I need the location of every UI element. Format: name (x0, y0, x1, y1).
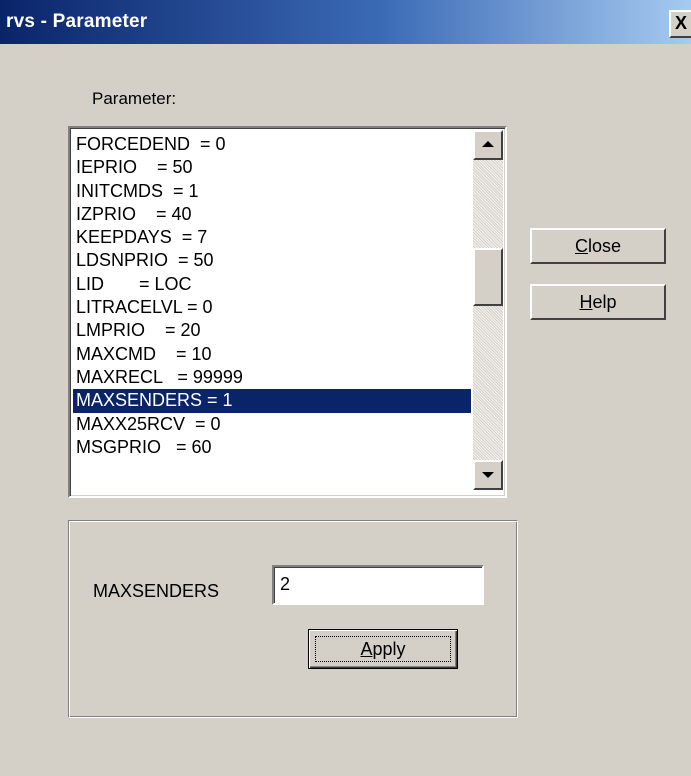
list-item[interactable]: INITCMDS = 1 (73, 180, 471, 203)
parameter-name-label: MAXSENDERS (93, 581, 220, 601)
help-mnemonic: H (579, 292, 593, 312)
parameter-list-items: FORCEDEND = 0 IEPRIO = 50 INITCMDS = 1 IZPR… (73, 133, 471, 459)
list-item[interactable]: FORCEDEND = 0 (73, 133, 471, 156)
list-item[interactable]: MAXRECL = 99999 (73, 366, 471, 389)
apply-mnemonic: A (360, 639, 373, 659)
parameter-label: Parameter: (92, 89, 177, 108)
close-label: lose (587, 236, 622, 256)
close-window-icon[interactable]: X (669, 10, 691, 38)
parameter-dialog: rvs - Parameter X Parameter: FORCEDEND =… (0, 0, 691, 776)
window-title: rvs - Parameter (6, 11, 148, 32)
close-button[interactable]: Close (530, 228, 666, 264)
list-item[interactable]: KEEPDAYS = 7 (73, 226, 471, 249)
list-scrollbar[interactable] (473, 130, 503, 490)
scroll-down-button[interactable] (473, 460, 503, 490)
apply-button[interactable]: Apply (308, 629, 458, 669)
list-item[interactable]: IZPRIO = 40 (73, 203, 471, 226)
list-item[interactable]: LMPRIO = 20 (73, 319, 471, 342)
scroll-thumb[interactable] (473, 248, 503, 306)
help-button[interactable]: Help (530, 284, 666, 320)
list-item[interactable]: LITRACELVL = 0 (73, 296, 471, 319)
apply-label: pply (372, 639, 406, 659)
parameter-listbox[interactable]: FORCEDEND = 0 IEPRIO = 50 INITCMDS = 1 IZPR… (68, 126, 507, 498)
help-label: elp (592, 292, 617, 312)
arrow-up-icon (482, 141, 494, 147)
list-item[interactable]: MAXCMD = 10 (73, 343, 471, 366)
parameter-value-input[interactable]: 2 (272, 565, 484, 605)
list-item[interactable]: IEPRIO = 50 (73, 156, 471, 179)
list-item[interactable]: LID = LOC (73, 273, 471, 296)
title-bar[interactable]: rvs - Parameter X (0, 0, 691, 44)
list-item[interactable]: MAXSENDERS = 1 (73, 389, 471, 413)
list-item[interactable]: MSGPRIO = 60 (73, 436, 471, 459)
parameter-edit-group: MAXSENDERS 2 Apply (68, 520, 518, 718)
list-item[interactable]: MAXX25RCV = 0 (73, 413, 471, 436)
arrow-down-icon (482, 472, 494, 478)
scroll-up-button[interactable] (473, 130, 503, 160)
list-item[interactable]: LDSNPRIO = 50 (73, 249, 471, 272)
close-mnemonic: C (574, 236, 588, 256)
